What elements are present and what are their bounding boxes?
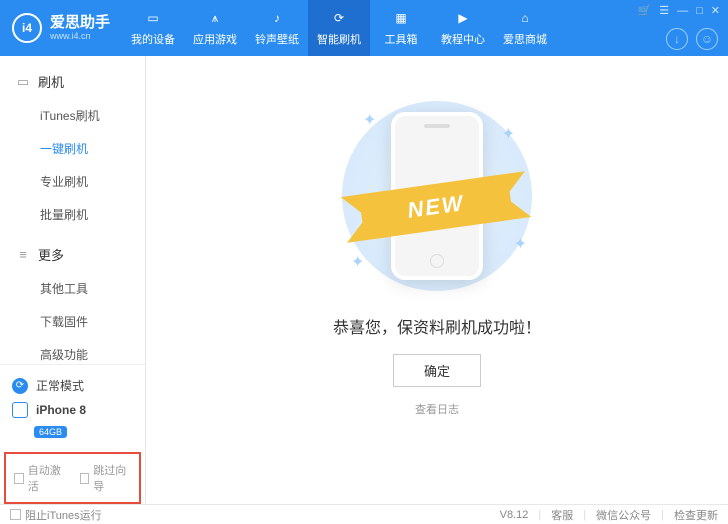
- success-illustration: ✦ ✦ ✦ ✦ NEW: [327, 96, 547, 296]
- main-content: ✦ ✦ ✦ ✦ NEW 恭喜您，保资料刷机成功啦！ 确定 查看日志: [146, 56, 728, 504]
- sidebar-item[interactable]: 高级功能: [0, 338, 145, 364]
- nav-1[interactable]: ⩚应用游戏: [184, 0, 246, 56]
- app-header: i4 爱思助手 www.i4.cn ▭我的设备⩚应用游戏♪铃声壁纸⟳智能刷机▦工…: [0, 0, 728, 56]
- logo-icon: i4: [12, 13, 42, 43]
- device-mode[interactable]: ⟳ 正常模式: [10, 373, 135, 398]
- sidebar-item[interactable]: iTunes刷机: [0, 99, 145, 132]
- storage-badge: 64GB: [34, 426, 67, 438]
- sidebar-item[interactable]: 专业刷机: [0, 165, 145, 198]
- sidebar-group-more: ≡ 更多: [0, 241, 145, 268]
- sidebar-group-flash: ▭ 刷机: [0, 68, 145, 95]
- device-icon: [12, 402, 28, 418]
- sidebar-item[interactable]: 一键刷机: [0, 132, 145, 165]
- options-highlighted: 自动激活 跳过向导: [4, 452, 141, 504]
- app-logo: i4 爱思助手 www.i4.cn: [0, 13, 122, 43]
- top-nav: ▭我的设备⩚应用游戏♪铃声壁纸⟳智能刷机▦工具箱▶教程中心⌂爱思商城: [122, 0, 556, 56]
- device-info[interactable]: iPhone 8: [10, 398, 135, 422]
- view-log-link[interactable]: 查看日志: [415, 401, 459, 417]
- nav-3[interactable]: ⟳智能刷机: [308, 0, 370, 56]
- nav-2[interactable]: ♪铃声壁纸: [246, 0, 308, 56]
- more-icon: ≡: [16, 248, 30, 262]
- menu-icon[interactable]: ☰: [659, 4, 669, 17]
- sidebar-item[interactable]: 其他工具: [0, 272, 145, 305]
- sidebar: ▭ 刷机 iTunes刷机一键刷机专业刷机批量刷机 ≡ 更多 其他工具下载固件高…: [0, 56, 146, 504]
- nav-icon: ⌂: [516, 9, 534, 27]
- success-message: 恭喜您，保资料刷机成功啦！: [333, 314, 541, 338]
- nav-4[interactable]: ▦工具箱: [370, 0, 432, 56]
- skip-guide-checkbox[interactable]: 跳过向导: [80, 462, 132, 494]
- app-name-cn: 爱思助手: [50, 15, 110, 30]
- sidebar-item[interactable]: 下载固件: [0, 305, 145, 338]
- cart-icon[interactable]: 🛒: [638, 4, 652, 17]
- refresh-icon: ⟳: [12, 378, 28, 394]
- download-button[interactable]: ↓: [666, 28, 688, 50]
- support-link[interactable]: 客服: [551, 507, 573, 523]
- nav-0[interactable]: ▭我的设备: [122, 0, 184, 56]
- sidebar-item[interactable]: 批量刷机: [0, 198, 145, 231]
- window-controls: 🛒 ☰ — □ ✕: [638, 4, 720, 17]
- minimize-icon[interactable]: —: [677, 5, 688, 17]
- update-link[interactable]: 检查更新: [674, 507, 718, 523]
- wechat-link[interactable]: 微信公众号: [596, 507, 651, 523]
- phone-icon: ▭: [16, 75, 30, 89]
- nav-6[interactable]: ⌂爱思商城: [494, 0, 556, 56]
- version-label: V8.12: [500, 509, 529, 521]
- nav-icon: ⩚: [206, 9, 224, 27]
- app-name-en: www.i4.cn: [50, 32, 110, 41]
- ok-button[interactable]: 确定: [393, 354, 481, 387]
- status-bar: 阻止iTunes运行 V8.12 | 客服 | 微信公众号 | 检查更新: [0, 504, 728, 524]
- nav-icon: ▶: [454, 9, 472, 27]
- nav-icon: ⟳: [330, 9, 348, 27]
- nav-icon: ▦: [392, 9, 410, 27]
- auto-activate-checkbox[interactable]: 自动激活: [14, 462, 66, 494]
- close-icon[interactable]: ✕: [711, 4, 720, 17]
- maximize-icon[interactable]: □: [696, 5, 703, 17]
- user-button[interactable]: ☺: [696, 28, 718, 50]
- nav-icon: ♪: [268, 9, 286, 27]
- nav-icon: ▭: [144, 9, 162, 27]
- nav-5[interactable]: ▶教程中心: [432, 0, 494, 56]
- block-itunes-checkbox[interactable]: 阻止iTunes运行: [10, 507, 102, 523]
